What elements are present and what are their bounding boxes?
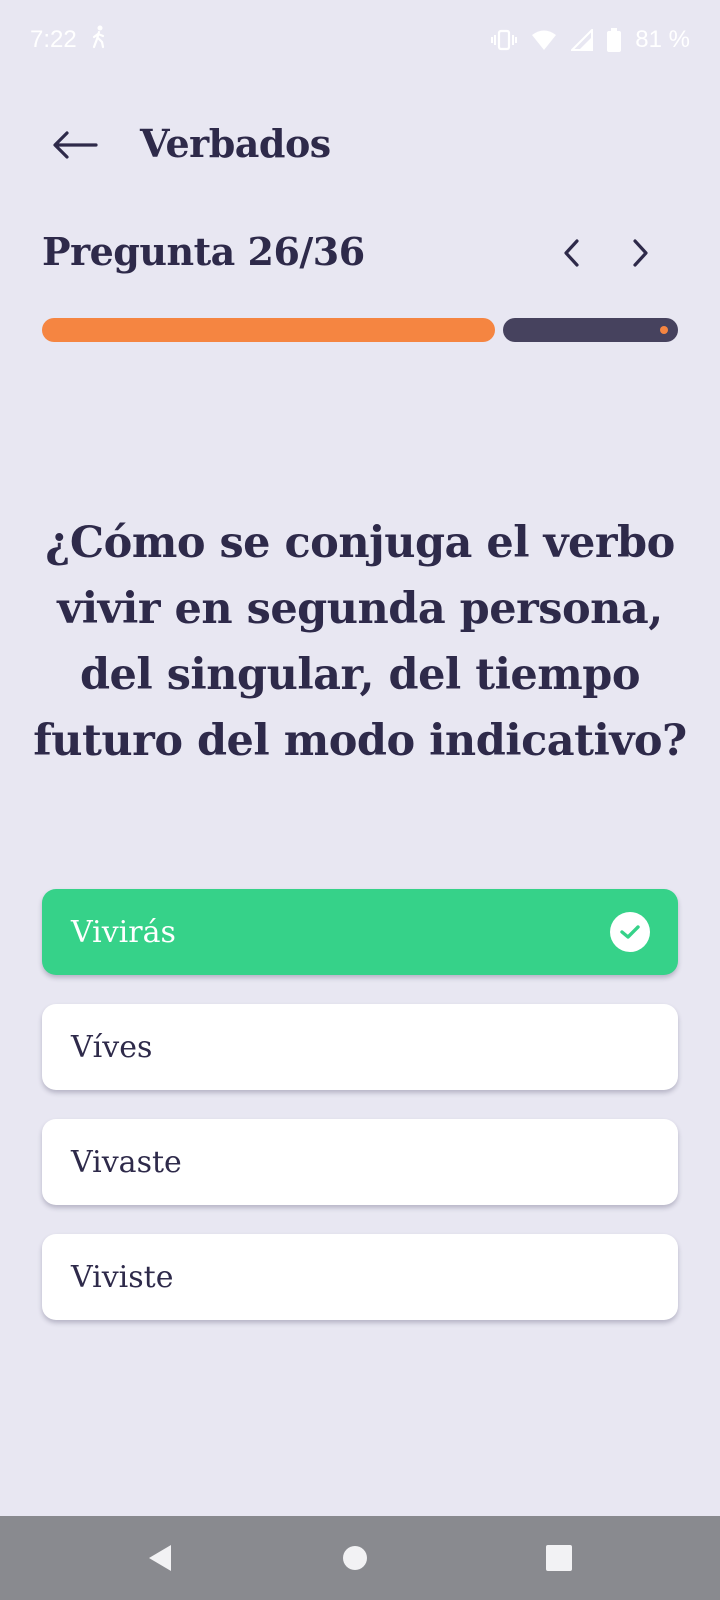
question-text: ¿Cómo se conjuga el verbo vivir en segun… xyxy=(33,518,687,766)
system-recents-button[interactable] xyxy=(545,1542,573,1578)
app-title: Verbados xyxy=(140,121,331,166)
progress-end-dot xyxy=(660,326,668,334)
triangle-back-icon xyxy=(149,1545,171,1571)
walk-icon xyxy=(91,25,107,56)
wifi-icon xyxy=(531,29,557,51)
previous-question-button[interactable] xyxy=(552,231,592,275)
answer-label: Víves xyxy=(71,1029,153,1065)
status-right: 81 % xyxy=(491,26,690,54)
answer-option-2[interactable]: Víves xyxy=(42,1004,678,1090)
progress-completed xyxy=(42,318,495,342)
app-header: Verbados xyxy=(0,105,720,185)
back-arrow-icon xyxy=(53,131,98,159)
status-left: 7:22 xyxy=(30,25,107,56)
answer-label: Vivaste xyxy=(71,1144,182,1180)
answer-option-3[interactable]: Vivaste xyxy=(42,1119,678,1205)
system-nav-bar xyxy=(0,1516,720,1600)
back-button[interactable] xyxy=(50,123,100,167)
status-time: 7:22 xyxy=(30,26,77,53)
question-nav: Pregunta 26/36 xyxy=(42,225,678,285)
vibrate-icon xyxy=(491,29,518,51)
status-bar: 7:22 81 % xyxy=(0,0,720,80)
next-question-button[interactable] xyxy=(620,231,660,275)
battery-icon xyxy=(607,28,622,52)
chevron-left-icon xyxy=(564,239,579,267)
answer-option-4[interactable]: Viviste xyxy=(42,1234,678,1320)
answer-list: Vivirás Víves Vivaste Viviste xyxy=(42,889,678,1349)
square-recents-icon xyxy=(546,1545,572,1571)
chevron-right-icon xyxy=(633,239,648,267)
check-circle-icon xyxy=(610,912,650,952)
answer-label: Vivirás xyxy=(71,914,176,950)
battery-percent: 81 % xyxy=(635,26,690,53)
progress-remaining xyxy=(503,318,678,342)
question-counter: Pregunta 26/36 xyxy=(42,229,365,274)
system-back-button[interactable] xyxy=(145,1542,175,1578)
answer-option-1[interactable]: Vivirás xyxy=(42,889,678,975)
signal-icon xyxy=(571,29,594,51)
answer-label: Viviste xyxy=(71,1259,174,1295)
circle-home-icon xyxy=(343,1546,367,1570)
system-home-button[interactable] xyxy=(340,1542,370,1578)
progress-bar xyxy=(42,318,678,342)
